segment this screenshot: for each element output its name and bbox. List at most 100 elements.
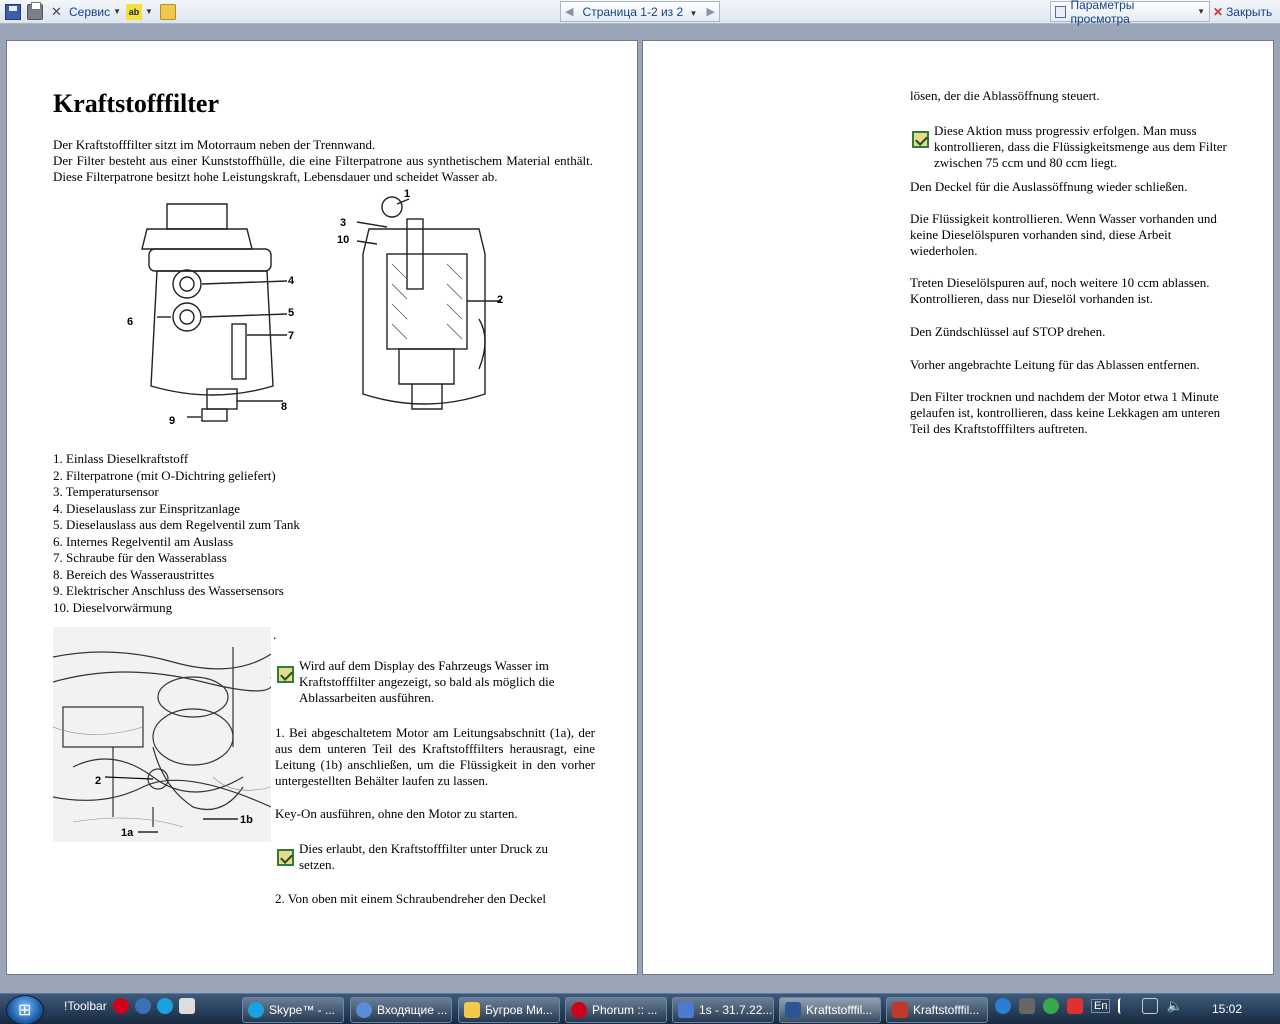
- legend-item: 4. Dieselauslass zur Einspritzanlage: [53, 500, 240, 516]
- taskbar-button[interactable]: Kraftstofffil...: [779, 997, 881, 1023]
- intro-line-2: Der Filter besteht aus einer Kunststoffh…: [53, 153, 593, 184]
- close-icon: ✕: [1213, 4, 1224, 19]
- toolbar-label[interactable]: !Toolbar: [64, 999, 107, 1013]
- taskbar-button[interactable]: 1s - 31.7.22...: [672, 997, 774, 1023]
- document-page-2: lösen, der die Ablassöffnung steuert. Di…: [642, 40, 1274, 975]
- legend-item: 10. Dieselvorwärmung: [53, 599, 173, 615]
- volume-icon[interactable]: 🔈: [1166, 998, 1182, 1014]
- key-on-text: Key-On ausführen, ohne den Motor zu star…: [275, 806, 518, 821]
- taskbar-button-label: Kraftstofffil...: [806, 1003, 873, 1017]
- taskbar-button[interactable]: Phorum :: ...: [565, 997, 667, 1023]
- word-icon: [785, 1002, 801, 1018]
- note-text: Diese Aktion muss progressiv erfolgen. M…: [934, 123, 1227, 170]
- save-button[interactable]: [5, 2, 21, 21]
- paragraph: Treten Dieselölspuren auf, noch weitere …: [910, 275, 1210, 306]
- engine-bay-photo: [53, 627, 271, 842]
- skype-icon: [248, 1002, 264, 1018]
- legend-item: 6. Internes Regelventil am Auslass: [53, 533, 234, 549]
- paragraph: Den Filter trocknen und nachdem der Moto…: [910, 389, 1221, 436]
- page-indicator-label: Страница 1-2 из 2: [582, 4, 684, 19]
- taskbar-button[interactable]: Входящие ...: [350, 997, 452, 1023]
- language-indicator[interactable]: En: [1091, 999, 1111, 1013]
- skype-icon[interactable]: [156, 998, 173, 1014]
- callout-1: 1: [404, 188, 411, 200]
- paragraph: Den Deckel für die Auslassöffnung wieder…: [910, 179, 1188, 194]
- tools-icon: ✕: [51, 3, 62, 19]
- spelling-button[interactable]: ab ▼: [126, 2, 153, 21]
- view-options-button[interactable]: Параметры просмотра ▼: [1050, 0, 1210, 26]
- note-text: Wird auf dem Display des Fahrzeugs Wasse…: [299, 658, 555, 705]
- paragraph: Die Flüssigkeit kontrollieren. Wenn Wass…: [910, 211, 1217, 258]
- page-title: Kraftstofffilter: [53, 89, 220, 118]
- save-icon: [5, 3, 21, 20]
- step-1-text: 1. Bei abgeschaltetem Motor am Leitungsa…: [275, 725, 595, 788]
- page-navigator: ◀ Страница 1-2 из 2 ▼ ▶: [560, 1, 720, 22]
- system-tray: En 🔈: [995, 998, 1183, 1014]
- note-text: Dies erlaubt, den Kraftstofffilter unter…: [299, 841, 548, 872]
- tools-menu-button[interactable]: ✕ Сервис ▼: [51, 2, 121, 21]
- app-icon[interactable]: [178, 998, 195, 1014]
- note-icon: [912, 131, 929, 148]
- taskbar-button[interactable]: Бугров Ми...: [458, 997, 560, 1023]
- flag-icon[interactable]: [1118, 998, 1134, 1014]
- fuel-filter-diagram: [141, 196, 501, 422]
- tray-app-icon[interactable]: [1043, 998, 1059, 1014]
- paragraph: lösen, der die Ablassöffnung steuert.: [910, 88, 1100, 103]
- tools-menu-label: Сервис: [69, 4, 111, 19]
- legend-item: 3. Temperatursensor: [53, 484, 159, 499]
- folder-button[interactable]: [160, 2, 176, 21]
- network-icon[interactable]: [1142, 998, 1159, 1014]
- callout-5: 5: [288, 307, 295, 319]
- taskbar-button-label: Бугров Ми...: [485, 1003, 553, 1017]
- reading-toolbar: ✕ Сервис ▼ ab ▼ ◀ Страница 1-2 из 2 ▼ ▶ …: [0, 0, 1280, 26]
- paragraph: Den Zündschlüssel auf STOP drehen.: [910, 324, 1106, 339]
- callout-6: 6: [127, 316, 134, 328]
- next-page-button[interactable]: ▶: [707, 5, 715, 18]
- photo-callout-1a: 1a: [121, 827, 134, 839]
- folder-icon: [160, 3, 176, 20]
- step-2-text: 2. Von oben mit einem Schraubendreher de…: [275, 891, 546, 906]
- photo-callout-2: 2: [95, 775, 102, 787]
- callout-9: 9: [169, 415, 176, 427]
- tray-app-icon[interactable]: [1019, 998, 1035, 1014]
- tray-app-icon[interactable]: [995, 998, 1011, 1014]
- taskbar-button[interactable]: Skype™ - ...: [242, 997, 344, 1023]
- spelling-icon: ab: [126, 3, 142, 20]
- callout-10: 10: [337, 234, 350, 246]
- antivirus-icon[interactable]: [1067, 998, 1083, 1014]
- clock[interactable]: 15:02: [1212, 1002, 1242, 1016]
- callout-3: 3: [340, 217, 347, 229]
- legend-item: 2. Filterpatrone (mit O-Dichtring gelief…: [53, 467, 276, 483]
- print-icon: [27, 1, 43, 20]
- close-label: Закрыть: [1226, 4, 1273, 19]
- document-page-1: Kraftstofffilter Der Kraftstofffilter si…: [6, 40, 638, 975]
- print-button[interactable]: [27, 1, 43, 21]
- stray-dot: .: [273, 627, 277, 642]
- windows-taskbar: !Toolbar Skype™ - ... Входящие ... Бугро…: [0, 993, 1280, 1024]
- taskbar-button[interactable]: Kraftstofffil...: [886, 997, 988, 1023]
- previous-page-button[interactable]: ◀: [565, 5, 573, 18]
- start-button[interactable]: [6, 995, 44, 1024]
- close-button[interactable]: ✕ Закрыть: [1213, 2, 1272, 21]
- chevron-down-icon: ▼: [1197, 7, 1205, 16]
- callout-8: 8: [281, 401, 288, 413]
- browser-icon[interactable]: [134, 998, 151, 1014]
- warning-note-2: Dies erlaubt, den Kraftstofffilter unter…: [277, 841, 577, 873]
- chevron-down-icon: ▼: [145, 7, 153, 16]
- legend-item: 9. Elektrischer Anschluss des Wassersens…: [53, 583, 284, 598]
- paragraph: Vorher angebrachte Leitung für das Ablas…: [910, 357, 1200, 372]
- chevron-down-icon: ▼: [689, 8, 698, 18]
- taskbar-button-label: Kraftstofffil...: [913, 1003, 980, 1017]
- opera-icon[interactable]: [112, 998, 129, 1014]
- accounting-app-icon: [678, 1002, 694, 1018]
- mail-icon: [356, 1002, 372, 1018]
- page-indicator[interactable]: Страница 1-2 из 2 ▼: [583, 5, 698, 19]
- view-options-icon: [1055, 5, 1067, 18]
- note-icon: [277, 666, 294, 683]
- taskbar-button-label: Входящие ...: [377, 1003, 448, 1017]
- callout-4: 4: [288, 275, 295, 287]
- taskbar-button-label: Phorum :: ...: [592, 1003, 658, 1017]
- chevron-down-icon: ▼: [113, 7, 122, 16]
- folder-icon: [464, 1002, 480, 1018]
- legend-item: 7. Schraube für den Wasserablass: [53, 550, 227, 565]
